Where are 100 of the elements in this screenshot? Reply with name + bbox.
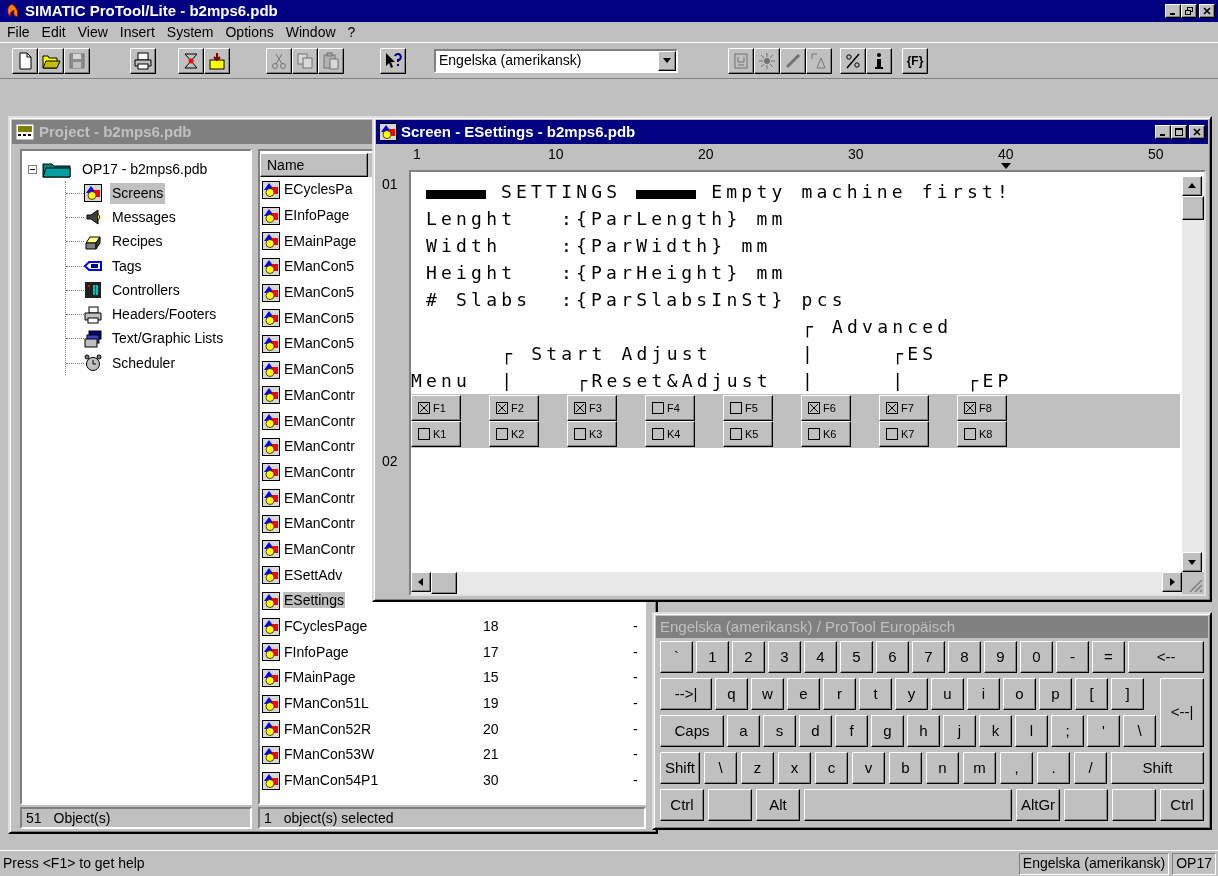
list-item[interactable]: ESettAdv <box>283 566 344 583</box>
minimize-button[interactable] <box>1165 4 1181 18</box>
menu-item[interactable]: Insert <box>118 21 156 43</box>
keyboard-key[interactable]: g <box>871 715 904 747</box>
function-key[interactable]: K3 <box>567 421 617 447</box>
keyboard-key[interactable]: 1 <box>696 641 729 673</box>
keyboard-key[interactable]: i <box>967 678 1000 710</box>
keyboard-key[interactable]: b <box>889 752 922 784</box>
toolbar-button[interactable] <box>380 47 406 74</box>
keyboard-key[interactable]: Alt <box>756 789 800 821</box>
keyboard-key[interactable]: 0 <box>1020 641 1053 673</box>
keyboard-key[interactable]: a <box>727 715 760 747</box>
maximize-button[interactable] <box>1171 125 1187 139</box>
scroll-thumb[interactable] <box>431 572 457 594</box>
function-key[interactable]: F2 <box>489 395 539 421</box>
keyboard-key[interactable]: 4 <box>804 641 837 673</box>
function-key[interactable]: K4 <box>645 421 695 447</box>
keyboard-key[interactable]: [ <box>1075 678 1108 710</box>
toolbar-button[interactable] <box>130 47 156 74</box>
keyboard-key[interactable]: p <box>1039 678 1072 710</box>
keyboard-key[interactable]: o <box>1003 678 1036 710</box>
function-key[interactable]: K2 <box>489 421 539 447</box>
keyboard-key[interactable]: l <box>1015 715 1048 747</box>
keyboard-key[interactable]: e <box>787 678 820 710</box>
keyboard-key[interactable]: k <box>979 715 1012 747</box>
keyboard-key[interactable]: <-- <box>1128 641 1204 673</box>
keyboard-key[interactable]: 7 <box>912 641 945 673</box>
keyboard-key[interactable]: , <box>1000 752 1033 784</box>
function-key[interactable]: K5 <box>723 421 773 447</box>
list-item[interactable]: EInfoPage <box>283 207 351 224</box>
keyboard-key[interactable]: 8 <box>948 641 981 673</box>
keyboard-key[interactable]: ] <box>1111 678 1144 710</box>
vertical-scrollbar[interactable] <box>1182 176 1204 572</box>
keyboard-key[interactable]: y <box>895 678 928 710</box>
list-item[interactable]: FCyclesPage <box>283 618 369 635</box>
keyboard-key[interactable]: v <box>852 752 885 784</box>
function-key[interactable]: F3 <box>567 395 617 421</box>
keyboard-key[interactable]: 5 <box>840 641 873 673</box>
keyboard-key[interactable]: <--| <box>1160 678 1204 747</box>
horizontal-scrollbar[interactable] <box>411 572 1182 594</box>
keyboard-key[interactable]: s <box>763 715 796 747</box>
keyboard-key[interactable]: 2 <box>732 641 765 673</box>
function-key[interactable]: F7 <box>879 395 929 421</box>
restore-button[interactable] <box>1181 4 1197 18</box>
menu-item[interactable]: File <box>6 21 31 43</box>
list-item[interactable]: FInfoPage <box>283 643 350 660</box>
function-key[interactable]: F1 <box>411 395 461 421</box>
list-item[interactable]: ESettings <box>283 592 345 609</box>
menu-item[interactable]: View <box>76 21 109 43</box>
keyboard-key[interactable] <box>1112 789 1156 821</box>
keyboard-key[interactable]: ' <box>1087 715 1120 747</box>
minimize-button[interactable] <box>1155 125 1171 139</box>
scroll-right-button[interactable] <box>1162 572 1182 592</box>
keyboard-key[interactable]: 6 <box>876 641 909 673</box>
keyboard-key[interactable]: u <box>931 678 964 710</box>
keyboard-key[interactable]: m <box>963 752 996 784</box>
toolbar-button[interactable] <box>12 47 38 74</box>
menu-item[interactable]: ? <box>346 21 357 43</box>
tree-item[interactable]: OP17 - b2mps6.pdb <box>80 158 210 180</box>
keyboard-key[interactable]: n <box>926 752 959 784</box>
list-item[interactable]: ECyclesPa <box>283 181 354 198</box>
function-key[interactable]: K8 <box>957 421 1007 447</box>
keyboard-key[interactable]: r <box>823 678 856 710</box>
function-key[interactable]: F6 <box>801 395 851 421</box>
keyboard-key[interactable]: = <box>1092 641 1125 673</box>
close-button[interactable] <box>1189 125 1205 139</box>
menu-item[interactable]: Window <box>284 21 337 43</box>
column-header[interactable]: Name <box>260 153 368 177</box>
function-button[interactable]: {F} <box>902 47 928 74</box>
toolbar-button[interactable] <box>204 47 230 74</box>
keyboard-key[interactable]: Shift <box>1111 752 1204 784</box>
keyboard-key[interactable]: AltGr <box>1016 789 1060 821</box>
keyboard-key[interactable]: 3 <box>768 641 801 673</box>
language-dropdown[interactable]: Engelska (amerikansk) <box>434 48 678 73</box>
menu-item[interactable]: Options <box>224 21 275 43</box>
keyboard-key[interactable]: - <box>1056 641 1089 673</box>
keyboard-key[interactable]: ` <box>660 641 693 673</box>
keyboard-key[interactable]: j <box>943 715 976 747</box>
keyboard-key[interactable]: Ctrl <box>660 789 704 821</box>
function-key[interactable]: K1 <box>411 421 461 447</box>
keyboard-key[interactable]: ; <box>1051 715 1084 747</box>
scroll-down-button[interactable] <box>1182 552 1202 572</box>
keyboard-key[interactable]: Shift <box>660 752 700 784</box>
keyboard-key[interactable]: q <box>715 678 748 710</box>
keyboard-key[interactable]: -->| <box>660 678 712 710</box>
keyboard-key[interactable]: w <box>751 678 784 710</box>
keyboard-key[interactable]: \ <box>1123 715 1156 747</box>
keyboard-key[interactable]: Caps <box>660 715 724 747</box>
scroll-up-button[interactable] <box>1182 176 1202 196</box>
keyboard-key[interactable]: 9 <box>984 641 1017 673</box>
tree-item[interactable]: Screens <box>110 182 166 204</box>
keyboard-key[interactable]: h <box>907 715 940 747</box>
keyboard-key[interactable]: x <box>778 752 811 784</box>
keyboard-key[interactable]: f <box>835 715 868 747</box>
keyboard-key[interactable]: . <box>1037 752 1070 784</box>
keyboard-key[interactable] <box>1064 789 1108 821</box>
list-item[interactable]: EMainPage <box>283 232 358 249</box>
scroll-left-button[interactable] <box>411 572 431 592</box>
close-button[interactable] <box>1199 4 1215 18</box>
function-key[interactable]: F8 <box>957 395 1007 421</box>
